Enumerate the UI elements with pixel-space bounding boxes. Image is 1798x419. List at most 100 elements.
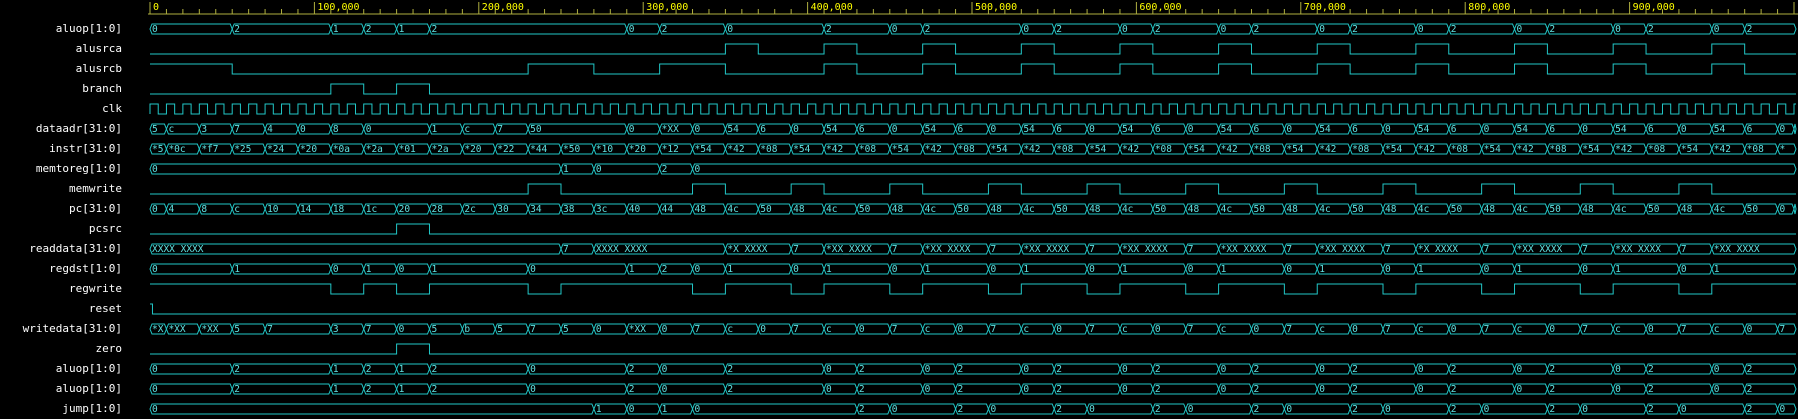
- signal-name[interactable]: branch: [82, 79, 122, 99]
- signal-trace[interactable]: *5 *0c *f7 *25 *24 *20 *0a *2a *01 *2a *20 *22 *44 *5…: [149, 143, 1797, 155]
- bus-value: 1: [1023, 264, 1029, 275]
- bus-value: 2: [958, 384, 964, 395]
- signal-name[interactable]: instr[31:0]: [49, 139, 122, 159]
- bus-value: 0: [1286, 264, 1292, 275]
- signal-name[interactable]: pc[31:0]: [69, 199, 122, 219]
- bus-value: 1: [1319, 264, 1325, 275]
- signal-trace[interactable]: 0 1 0 1 0 2 0 2 0 2 0 2 0 2 0 2 0 2 0 2 0 2 0 2 0: [149, 403, 1797, 415]
- signal-name[interactable]: aluop[1:0]: [56, 379, 122, 399]
- signal-trace[interactable]: [149, 103, 1796, 115]
- bus-segment: [1119, 263, 1187, 275]
- ruler-label: 0: [153, 2, 159, 13]
- signal-name[interactable]: regwrite: [69, 279, 122, 299]
- signal-trace[interactable]: 0 2 1 2 1 2 0 2 0 2 0 2 0 2 0 2 0 2 0 2 0 2 0 2 0 2 0 2 0 2: [149, 363, 1797, 375]
- bus-value: 1: [333, 384, 339, 395]
- bus-value: 2: [1253, 364, 1259, 375]
- bus-value: 0: [990, 404, 996, 415]
- bus-value: 0: [1221, 384, 1227, 395]
- bus-value: 0: [152, 164, 158, 175]
- signal-name[interactable]: aluop[1:0]: [56, 359, 122, 379]
- bus-segment: [1711, 263, 1797, 275]
- bus-value: c: [464, 124, 470, 135]
- bus-value: *5: [152, 144, 163, 155]
- signal-name[interactable]: writedata[31:0]: [23, 319, 122, 339]
- bus-value: 2: [1648, 384, 1654, 395]
- signal-trace[interactable]: [150, 303, 1796, 315]
- bus-value: *08: [1155, 144, 1172, 155]
- signal-name[interactable]: alusrcb: [76, 59, 122, 79]
- bus-value: *42: [925, 144, 942, 155]
- signal-name[interactable]: jump[1:0]: [62, 399, 122, 419]
- bus-value: *42: [826, 144, 843, 155]
- signal-name[interactable]: dataadr[31:0]: [36, 119, 122, 139]
- bus-value: 48: [1582, 204, 1594, 215]
- bus-value: 7: [530, 324, 536, 335]
- bus-value: 2: [1648, 404, 1654, 415]
- signal-trace[interactable]: [150, 343, 1796, 355]
- bus-value: 2: [958, 364, 964, 375]
- bus-value: 1c: [366, 204, 377, 215]
- signal-trace[interactable]: 0 1 0 2 0: [149, 163, 1797, 175]
- signal-name[interactable]: aluop[1:0]: [56, 19, 122, 39]
- ruler-label: 900,000: [1633, 2, 1675, 13]
- signal-trace[interactable]: XXXX_XXXX 7 XXXX_XXXX *X_XXXX 7 *XX_XXXX 7 *XX_…: [149, 243, 1797, 255]
- bus-value: *f7: [201, 144, 218, 155]
- bus-segment: [1645, 383, 1713, 395]
- bus-value: *22: [497, 144, 514, 155]
- signal-trace[interactable]: [150, 283, 1796, 295]
- bus-segment: [428, 383, 529, 395]
- signal-trace[interactable]: [150, 63, 1796, 75]
- signal-trace[interactable]: 0 2 1 2 1 2 0 2 0 2 0 2 0 2 0 2 0 2 0 2 0 2 0 2 0 2 0 2: [149, 23, 1797, 35]
- bus-value: *20: [464, 144, 481, 155]
- bus-value: c: [1418, 324, 1424, 335]
- signal-name[interactable]: zero: [96, 339, 123, 359]
- bus-value: *08: [1056, 144, 1073, 155]
- signal-trace[interactable]: 0 2 1 2 1 2 0 2 0 2 0 2 0 2 0 2 0 2 0 2 0 2 0 2 0 2 0 2 0 2: [149, 383, 1797, 395]
- bus-value: 2: [1352, 364, 1358, 375]
- bus-value: 0: [695, 264, 701, 275]
- signal-trace[interactable]: [150, 223, 1796, 235]
- bus-value: 6: [1451, 124, 1457, 135]
- bus-segment: [659, 363, 726, 375]
- ruler-label: 300,000: [646, 2, 688, 13]
- bus-segment: [1086, 403, 1154, 415]
- time-ruler[interactable]: 0 100,000 200,000 300,000 400,000 500,000 600,…: [148, 2, 1798, 15]
- bus-segment: [1793, 123, 1797, 135]
- signal-trace[interactable]: [150, 43, 1796, 55]
- signal-trace[interactable]: 0 1 0 1 0 1 0 1 2 0 1 0 1 0 1 0 1 0 1 0 1 0 1 0 1 0 1 0 1 0 1: [149, 263, 1797, 275]
- bus-value: 6: [1352, 124, 1358, 135]
- signal-name[interactable]: memwrite: [69, 179, 122, 199]
- signal-name[interactable]: clk: [102, 99, 122, 119]
- bus-value: 0: [1418, 384, 1424, 395]
- signal-name[interactable]: reset: [89, 299, 122, 319]
- bus-value: 2: [1155, 364, 1161, 375]
- bus-value: 0: [1451, 324, 1457, 335]
- signal-trace[interactable]: 0 4 8 c 10 14 18 1c 20 28 2c 30 34 38 3c 40 44 48 4c 50 48 4c…: [149, 203, 1797, 215]
- bus-value: c: [234, 204, 240, 215]
- bus-value: *54: [695, 144, 712, 155]
- bus-value: 0: [1023, 384, 1029, 395]
- bus-value: 7: [497, 124, 503, 135]
- bus-value: 0: [530, 364, 536, 375]
- bus-value: 2: [859, 384, 865, 395]
- bus-value: *42: [1221, 144, 1238, 155]
- bus-value: 2: [1056, 384, 1062, 395]
- signal-name[interactable]: pcsrc: [89, 219, 122, 239]
- bus-value: 6: [760, 124, 766, 135]
- bus-value: 3: [201, 124, 207, 135]
- signal-name[interactable]: regdst[1:0]: [49, 259, 122, 279]
- bus-value: 3c: [596, 204, 607, 215]
- bus-value: 0: [300, 124, 306, 135]
- waveform-view[interactable]: 0 100,000 200,000 300,000 400,000 500,000 600,…: [148, 0, 1798, 417]
- signal-trace[interactable]: [150, 183, 1796, 195]
- signal-trace[interactable]: [150, 83, 1796, 95]
- signal-name[interactable]: alusrca: [76, 39, 122, 59]
- signal-name[interactable]: memtoreg[1:0]: [36, 159, 122, 179]
- signal-name[interactable]: readdata[31:0]: [29, 239, 122, 259]
- bus-value: *XX: [662, 124, 679, 135]
- signal-trace[interactable]: 5 c 3 7 4 0 8 0 1 c 7 50 0 *XX 0 54 6 0 54 6 0 54 6 0 54 6 0 54 6 0 54…: [149, 123, 1797, 135]
- bus-value: 0: [1286, 404, 1292, 415]
- signal-trace[interactable]: *X *XX *XX 5 7 3 7 0 5 b 5 7 5 0 *XX 0 7 c 0 7 c 0 7 c 0 7 c 0 7 c 0 7 c…: [149, 323, 1797, 335]
- bus-value: 2: [1451, 404, 1457, 415]
- bus-value: *54: [793, 144, 810, 155]
